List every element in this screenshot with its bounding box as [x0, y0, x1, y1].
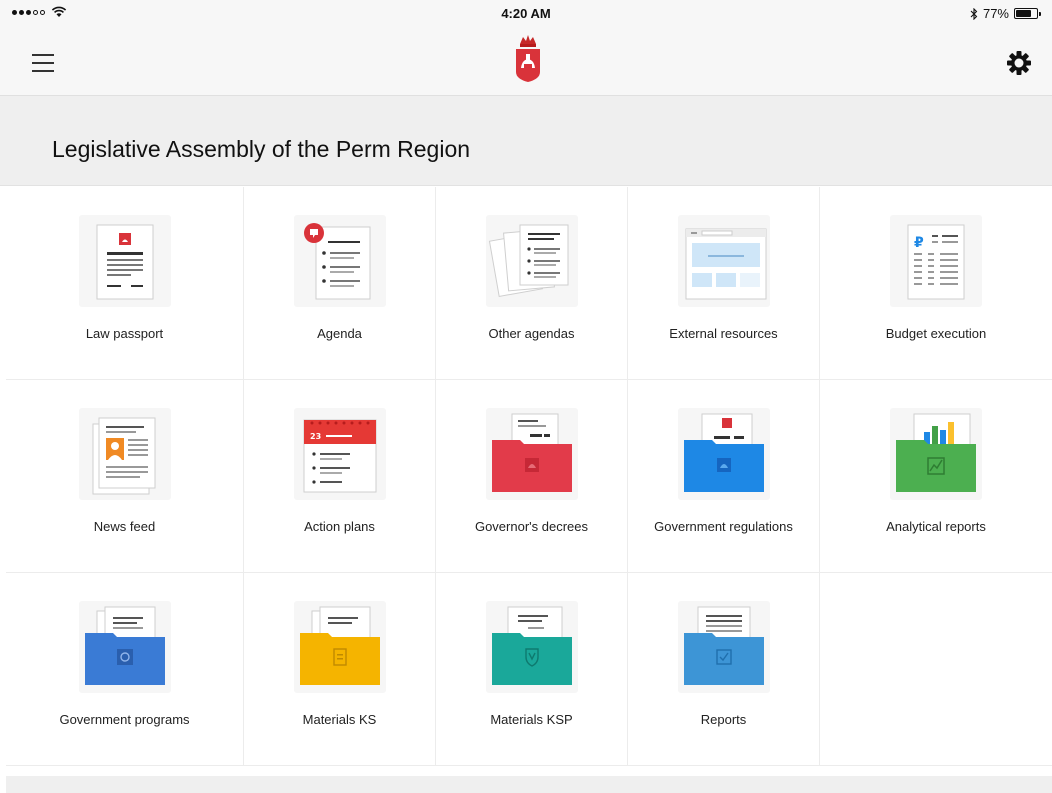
tile-external-resources[interactable]: External resources	[628, 187, 820, 380]
analytical-reports-folder-icon	[890, 408, 982, 500]
status-right: 77%	[970, 6, 1041, 21]
tile-label: Agenda	[317, 326, 362, 341]
calendar-day-number: 23	[310, 432, 321, 441]
tile-government-regulations[interactable]: Government regulations	[628, 380, 820, 573]
tile-other-agendas[interactable]: Other agendas	[436, 187, 628, 380]
other-agendas-icon	[485, 215, 578, 307]
tile-label: Other agendas	[488, 326, 575, 341]
tile-label: Analytical reports	[886, 519, 986, 534]
budget-execution-icon: ₽	[890, 215, 982, 307]
title-band: Legislative Assembly of the Perm Region	[0, 96, 1052, 186]
tile-label: Government programs	[59, 712, 190, 727]
tile-label: Materials KSP	[490, 712, 573, 727]
tile-materials-ksp[interactable]: Materials KSP	[436, 573, 628, 766]
tile-label: Governor's decrees	[474, 519, 589, 534]
empty-tile	[820, 573, 1052, 766]
law-passport-icon	[78, 215, 171, 307]
governors-decrees-folder-icon	[485, 408, 578, 500]
section-grid: Law passport Agenda Other agendas Extern…	[6, 187, 1052, 766]
tile-label: Materials KS	[302, 712, 377, 727]
settings-gear-icon[interactable]	[1002, 46, 1036, 80]
tile-label: Reports	[700, 712, 747, 727]
action-plans-icon: 23	[293, 408, 386, 500]
tile-label: External resources	[669, 326, 778, 341]
tile-label: Action plans	[304, 519, 375, 534]
tile-label: Law passport	[85, 326, 164, 341]
perm-region-crest-icon	[516, 35, 540, 82]
navigation-bar	[0, 26, 1052, 96]
tile-law-passport[interactable]: Law passport	[6, 187, 244, 380]
tile-label: Budget execution	[885, 326, 987, 341]
tile-label: News feed	[93, 519, 156, 534]
tile-news-feed[interactable]: News feed	[6, 380, 244, 573]
hamburger-icon	[32, 54, 54, 56]
materials-ks-folder-icon	[293, 601, 386, 693]
tile-analytical-reports[interactable]: Analytical reports	[820, 380, 1052, 573]
agenda-icon	[293, 215, 386, 307]
bluetooth-icon	[970, 7, 978, 20]
menu-button[interactable]	[24, 46, 64, 78]
page-title: Legislative Assembly of the Perm Region	[52, 136, 471, 162]
status-bar: 4:20 AM 77%	[0, 0, 1052, 26]
tile-agenda[interactable]: Agenda	[244, 187, 436, 380]
tile-budget-execution[interactable]: ₽ Budget execution	[820, 187, 1052, 380]
svg-text:₽: ₽	[914, 235, 924, 251]
reports-folder-icon	[677, 601, 770, 693]
battery-icon	[1014, 8, 1041, 19]
tile-materials-ks[interactable]: Materials KS	[244, 573, 436, 766]
battery-percentage: 77%	[982, 6, 1009, 21]
tile-action-plans[interactable]: 23 Action plans	[244, 380, 436, 573]
tile-reports[interactable]: Reports	[628, 573, 820, 766]
tile-government-programs[interactable]: Government programs	[6, 573, 244, 766]
government-programs-folder-icon	[78, 601, 171, 693]
materials-ksp-folder-icon	[485, 601, 578, 693]
news-feed-icon	[78, 408, 171, 500]
status-time: 4:20 AM	[501, 6, 551, 21]
tile-label: Government regulations	[654, 519, 793, 534]
tile-governors-decrees[interactable]: Governor's decrees	[436, 380, 628, 573]
government-regulations-folder-icon	[677, 408, 770, 500]
bottom-bar	[6, 776, 1052, 793]
external-resources-icon	[677, 215, 770, 307]
